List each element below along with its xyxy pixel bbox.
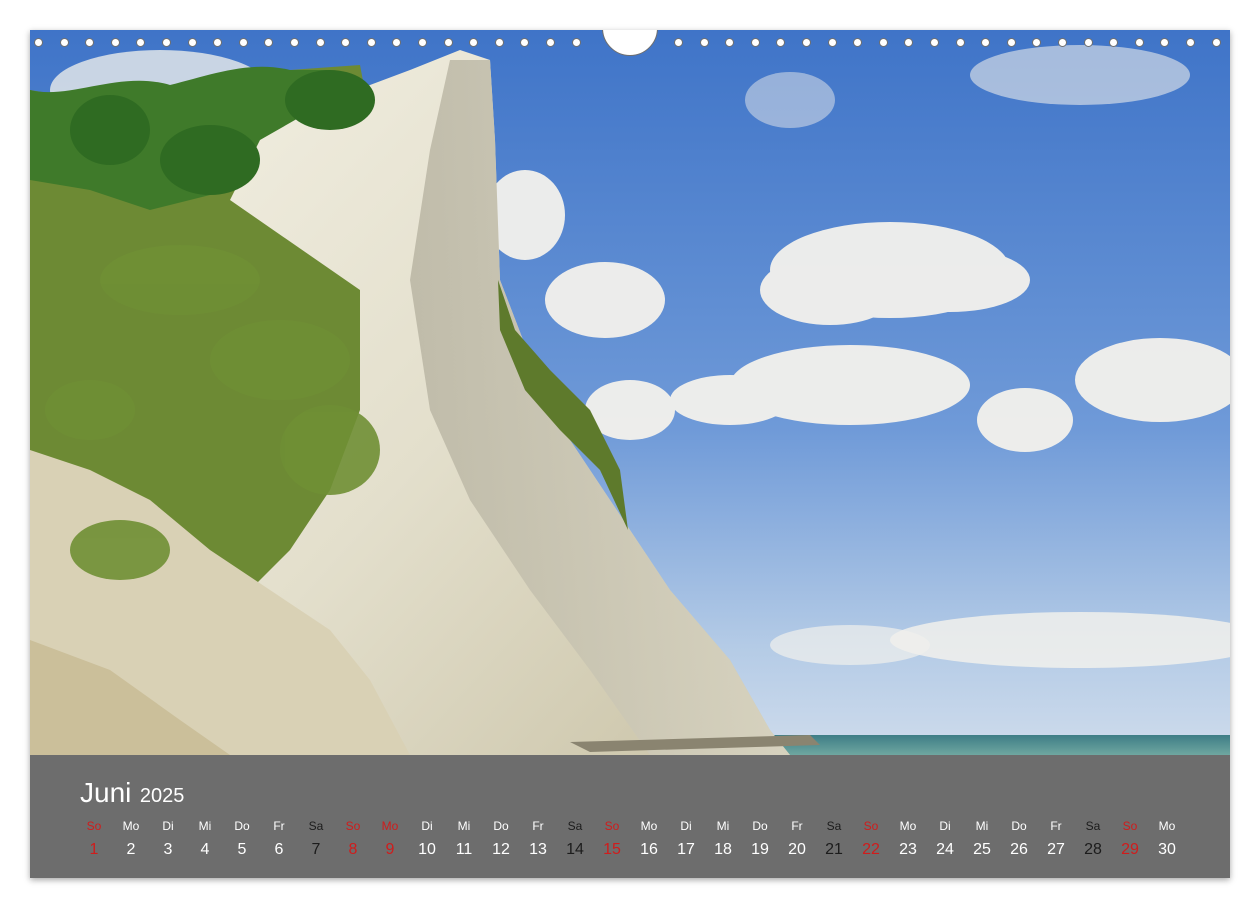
weekday-label: So — [1122, 819, 1138, 833]
day-number: 8 — [348, 841, 358, 858]
weekday-label: Mo — [899, 819, 917, 833]
day-number: 15 — [603, 841, 621, 858]
weekday-label: Di — [421, 819, 433, 833]
day-number: 10 — [418, 841, 436, 858]
day-number: 6 — [274, 841, 284, 858]
day-number: 22 — [862, 841, 880, 858]
day-number: 3 — [163, 841, 173, 858]
day-number: 27 — [1047, 841, 1065, 858]
weekday-label: Sa — [308, 819, 324, 833]
chalk-cliff-photo — [30, 30, 1230, 755]
day-number: 21 — [825, 841, 843, 858]
day-number: 20 — [788, 841, 806, 858]
weekday-label: Di — [162, 819, 174, 833]
weekday-label: Fr — [532, 819, 544, 833]
day-number: 12 — [492, 841, 510, 858]
weekday-label: Do — [493, 819, 509, 833]
day-number: 19 — [751, 841, 769, 858]
day-number: 14 — [566, 841, 584, 858]
weekday-label: Mo — [640, 819, 658, 833]
weekday-label: Mi — [716, 819, 730, 833]
day-number: 5 — [237, 841, 247, 858]
year: 2025 — [139, 785, 185, 807]
weekday-label: Sa — [567, 819, 583, 833]
weekday-label: Sa — [1085, 819, 1101, 833]
day-number: 25 — [973, 841, 991, 858]
weekday-label: Di — [680, 819, 692, 833]
day-number: 13 — [529, 841, 547, 858]
month-title: Juni 2025 — [80, 777, 184, 809]
weekday-label: So — [863, 819, 879, 833]
weekday-label: Fr — [1050, 819, 1062, 833]
day-number: 9 — [385, 841, 395, 858]
day-number: 30 — [1158, 841, 1176, 858]
day-number: 16 — [640, 841, 658, 858]
day-number: 4 — [200, 841, 210, 858]
weekday-label: Sa — [826, 819, 842, 833]
day-number: 26 — [1010, 841, 1028, 858]
weekday-label: Di — [939, 819, 951, 833]
weekday-label: Mi — [975, 819, 989, 833]
weekday-label: Do — [234, 819, 250, 833]
weekday-label: Mi — [457, 819, 471, 833]
day-number: 7 — [311, 841, 321, 858]
weekday-label: Mo — [1158, 819, 1176, 833]
weekday-label: Mo — [381, 819, 399, 833]
weekday-label: Do — [1011, 819, 1027, 833]
calendar-bar: Juni 2025 So 1 Mo 2 Di 3 Mi 4 Do 5 Fr 6 Sa 7 So 8 Mo 9 Di 1… — [30, 755, 1230, 878]
day-number: 17 — [677, 841, 695, 858]
weekday-label: Mo — [122, 819, 140, 833]
weekday-label: Fr — [791, 819, 803, 833]
weekday-label: So — [604, 819, 620, 833]
calendar-page: Juni 2025 So 1 Mo 2 Di 3 Mi 4 Do 5 Fr 6 Sa 7 So 8 Mo 9 Di 1… — [30, 30, 1230, 878]
day-number: 28 — [1084, 841, 1102, 858]
day-number: 11 — [455, 841, 473, 858]
month-name: Juni — [80, 777, 132, 808]
day-number: 29 — [1121, 841, 1139, 858]
weekday-label: So — [86, 819, 102, 833]
day-number: 24 — [936, 841, 954, 858]
weekday-label: So — [345, 819, 361, 833]
day-number: 1 — [89, 841, 99, 858]
day-number: 23 — [899, 841, 917, 858]
weekday-label: Fr — [273, 819, 285, 833]
weekday-label: Do — [752, 819, 768, 833]
weekday-label: Mi — [198, 819, 212, 833]
day-number: 2 — [126, 841, 136, 858]
day-number: 18 — [714, 841, 732, 858]
